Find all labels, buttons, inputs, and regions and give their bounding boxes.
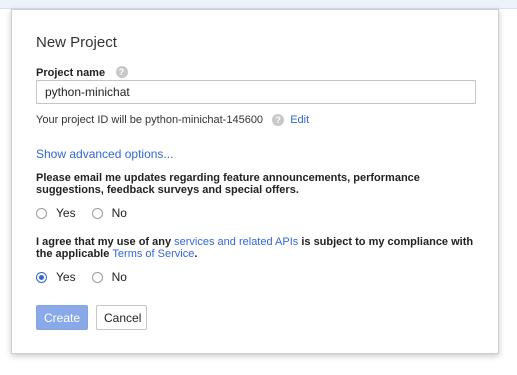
terms-yes-label: Yes (56, 270, 76, 284)
terms-of-service-link[interactable]: Terms of Service (112, 248, 194, 260)
terms-text-after: . (194, 248, 198, 260)
email-updates-yes-option[interactable]: Yes (36, 206, 76, 220)
help-icon[interactable]: ? (115, 65, 128, 78)
terms-yes-option[interactable]: Yes (36, 270, 76, 284)
terms-yes-radio[interactable] (36, 271, 47, 283)
create-button[interactable]: Create (36, 305, 88, 330)
edit-project-id-link[interactable]: Edit (290, 114, 309, 126)
email-updates-no-radio[interactable] (91, 207, 103, 219)
terms-no-option[interactable]: No (91, 270, 127, 284)
terms-radio-group: Yes No (36, 270, 127, 284)
background-top-bar (0, 0, 517, 9)
help-icon[interactable]: ? (272, 114, 285, 127)
cancel-button[interactable]: Cancel (96, 305, 147, 330)
terms-no-radio[interactable] (91, 271, 103, 283)
project-name-label-row: Project name ? (36, 63, 128, 81)
new-project-dialog: New Project Project name ? Your project … (11, 9, 499, 354)
email-updates-yes-label: Yes (56, 206, 76, 220)
project-name-input[interactable] (36, 80, 476, 104)
email-updates-radio-group: Yes No (36, 206, 127, 220)
project-id-text: Your project ID will be python-minichat-… (36, 114, 264, 126)
email-updates-yes-radio[interactable] (36, 207, 47, 219)
dialog-title: New Project (36, 34, 117, 51)
email-updates-no-option[interactable]: No (91, 206, 127, 220)
terms-text-before: I agree that my use of any (36, 236, 175, 248)
email-updates-no-label: No (111, 206, 127, 220)
project-id-row: Your project ID will be python-minichat-… (36, 114, 309, 127)
services-and-apis-link[interactable]: services and related APIs (174, 236, 298, 248)
project-name-label: Project name (36, 67, 106, 79)
terms-no-label: No (111, 270, 127, 284)
show-advanced-options-link[interactable]: Show advanced options... (36, 147, 173, 161)
email-updates-question: Please email me updates regarding featur… (36, 172, 420, 196)
terms-agreement-text: I agree that my use of any services and … (36, 236, 476, 260)
